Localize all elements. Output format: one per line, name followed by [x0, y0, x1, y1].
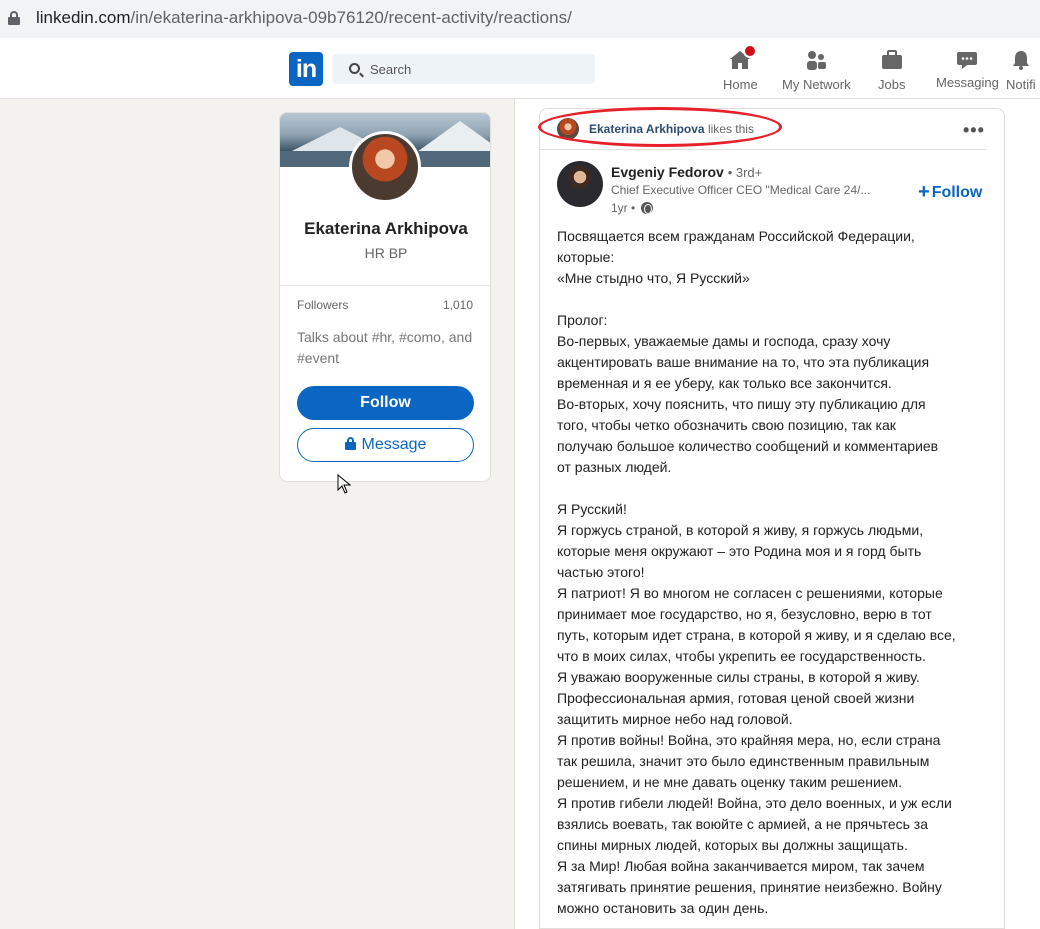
linkedin-logo-icon[interactable]: in — [289, 52, 323, 86]
nav-label-home: Home — [723, 77, 758, 92]
nav-item-home[interactable]: Home — [723, 44, 758, 92]
nav-item-messaging[interactable]: Messaging — [936, 48, 999, 90]
nav-item-jobs[interactable]: Jobs — [878, 48, 905, 92]
more-options-icon[interactable]: ••• — [963, 120, 985, 141]
search-icon — [349, 63, 360, 74]
author-name-line: Evgeniy Fedorov • 3rd+ — [611, 164, 762, 180]
profile-card: Ekaterina Arkhipova HR BP Followers 1,01… — [279, 112, 491, 482]
lock-icon — [8, 11, 20, 25]
mouse-cursor-icon — [337, 474, 351, 494]
followers-label: Followers — [297, 298, 349, 312]
lock-icon — [344, 437, 356, 450]
post-text-content: Посвящается всем гражданам Российской Фе… — [557, 228, 956, 916]
author-name-link[interactable]: Evgeniy Fedorov — [611, 164, 724, 180]
profile-name[interactable]: Ekaterina Arkhipova — [280, 219, 490, 239]
follow-author-button[interactable]: + Follow — [918, 181, 982, 204]
nav-label-my-network: My Network — [782, 77, 851, 92]
browser-address-bar[interactable]: linkedin.com/in/ekaterina-arkhipova-09b7… — [0, 0, 1040, 38]
highlight-annotation — [538, 107, 782, 147]
bell-icon — [1009, 48, 1033, 72]
nav-label-messaging: Messaging — [936, 75, 999, 90]
followers-count: 1,010 — [442, 298, 473, 312]
message-button[interactable]: Message — [297, 428, 474, 462]
follow-button[interactable]: Follow — [297, 386, 474, 420]
global-nav: in Search Home My Network Jobs Messaging — [0, 38, 1040, 99]
divider — [280, 285, 490, 286]
network-icon — [804, 48, 828, 72]
home-icon — [728, 44, 758, 72]
nav-item-notifications[interactable]: Notifi — [1006, 48, 1036, 92]
messaging-icon — [955, 48, 979, 72]
connection-degree: • 3rd+ — [727, 165, 763, 180]
notification-badge — [743, 44, 758, 58]
post-time-text: 1yr • — [611, 201, 636, 215]
plus-icon: + — [918, 181, 930, 203]
url-text[interactable]: linkedin.com/in/ekaterina-arkhipova-09b7… — [36, 8, 572, 28]
nav-item-my-network[interactable]: My Network — [782, 48, 851, 92]
divider — [539, 149, 987, 150]
profile-headline: HR BP — [364, 245, 408, 261]
avatar[interactable] — [349, 131, 421, 203]
talks-about: Talks about #hr, #como, and #event — [297, 329, 473, 366]
globe-icon — [640, 202, 653, 214]
follow-author-label: Follow — [931, 184, 983, 201]
author-headline: Chief Executive Officer CEO "Medical Car… — [611, 183, 871, 197]
nav-label-jobs: Jobs — [878, 77, 906, 92]
message-button-label: Message — [361, 436, 427, 453]
search-input[interactable]: Search — [333, 54, 595, 84]
briefcase-icon — [880, 48, 904, 72]
post-timestamp: 1yr • — [611, 201, 653, 215]
search-placeholder: Search — [370, 62, 412, 77]
post-text: Посвящается всем гражданам Российской Фе… — [557, 226, 977, 919]
nav-label-notifications: Notifi — [1006, 77, 1036, 92]
author-avatar[interactable] — [557, 161, 603, 207]
